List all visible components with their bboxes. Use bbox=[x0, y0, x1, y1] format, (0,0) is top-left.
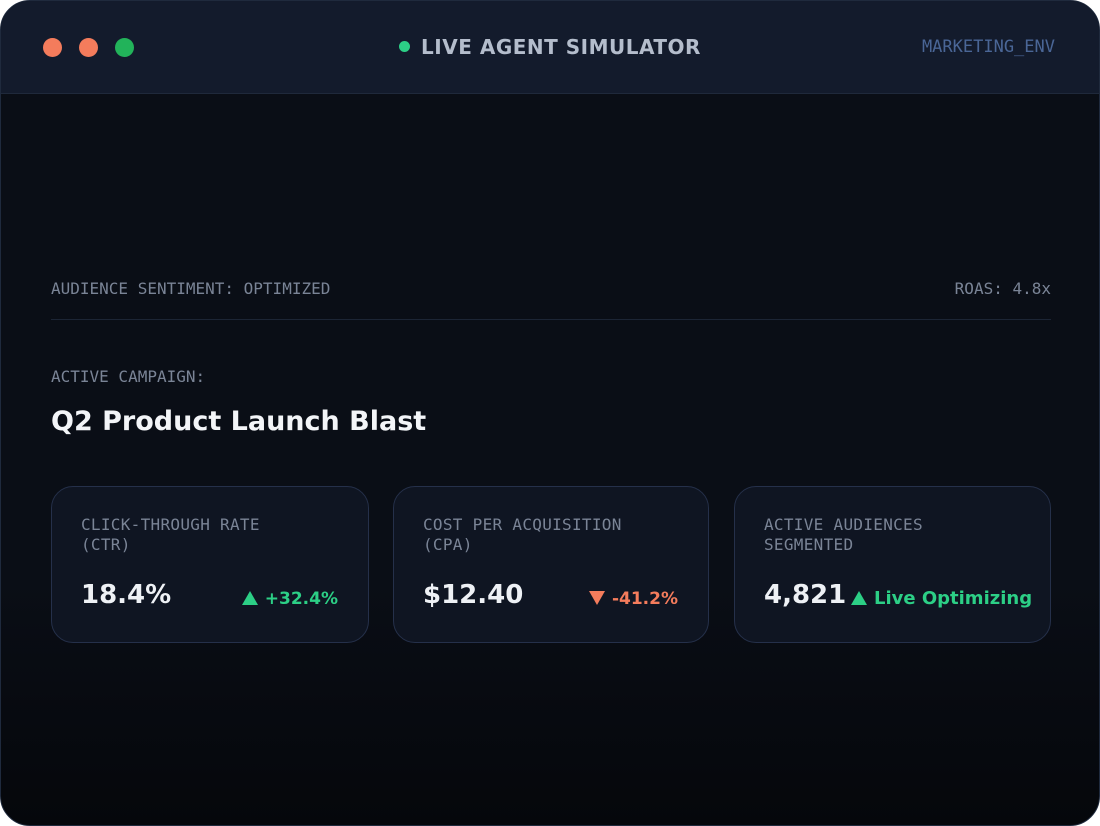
ctr-metric-card: CLICK-THROUGH RATE (CTR) 18.4% +32.4% bbox=[51, 486, 369, 643]
live-optimizing-status: Live Optimizing bbox=[851, 588, 1032, 610]
environment-label: MARKETING_ENV bbox=[921, 37, 1055, 57]
roas-readout: ROAS: 4.8x bbox=[954, 279, 1051, 298]
campaign-label: ACTIVE CAMPAIGN: bbox=[51, 367, 206, 386]
window-title-text: LIVE AGENT SIMULATOR bbox=[421, 35, 701, 59]
divider bbox=[51, 319, 1051, 320]
live-status-icon bbox=[399, 41, 411, 52]
metric-label-line: (CPA) bbox=[423, 535, 473, 554]
metric-delta-text: Live Optimizing bbox=[874, 588, 1033, 609]
metric-label: ACTIVE AUDIENCES SEGMENTED bbox=[764, 515, 923, 555]
cpa-metric-card: COST PER ACQUISITION (CPA) $12.40 -41.2% bbox=[393, 486, 709, 643]
status-row: AUDIENCE SENTIMENT: OPTIMIZED ROAS: 4.8x bbox=[51, 278, 1051, 300]
metric-label: COST PER ACQUISITION (CPA) bbox=[423, 515, 622, 555]
metric-value: 4,821 bbox=[764, 580, 847, 610]
metric-delta-text: -41.2% bbox=[611, 589, 678, 609]
metric-label-line: SEGMENTED bbox=[764, 535, 854, 554]
metric-delta: -41.2% bbox=[588, 588, 678, 610]
metric-value: $12.40 bbox=[423, 580, 524, 610]
triangle-down-icon bbox=[588, 591, 605, 605]
campaign-name: Q2 Product Launch Blast bbox=[51, 406, 427, 437]
metric-label-line: ACTIVE AUDIENCES bbox=[764, 515, 923, 534]
metric-label: CLICK-THROUGH RATE (CTR) bbox=[81, 515, 260, 555]
metric-value: 18.4% bbox=[81, 580, 172, 610]
triangle-up-icon bbox=[241, 591, 258, 605]
triangle-up-icon bbox=[851, 591, 867, 605]
title-bar: LIVE AGENT SIMULATOR MARKETING_ENV bbox=[1, 1, 1099, 94]
audiences-metric-card: ACTIVE AUDIENCES SEGMENTED 4,821 Live Op… bbox=[734, 486, 1051, 643]
metric-label-line: CLICK-THROUGH RATE bbox=[81, 515, 260, 534]
metric-label-line: COST PER ACQUISITION bbox=[423, 515, 622, 534]
metric-label-line: (CTR) bbox=[81, 535, 131, 554]
metric-delta-text: +32.4% bbox=[264, 589, 338, 609]
app-window: LIVE AGENT SIMULATOR MARKETING_ENV AUDIE… bbox=[0, 0, 1100, 826]
audience-sentiment: AUDIENCE SENTIMENT: OPTIMIZED bbox=[51, 279, 331, 298]
metric-delta: +32.4% bbox=[241, 588, 338, 610]
